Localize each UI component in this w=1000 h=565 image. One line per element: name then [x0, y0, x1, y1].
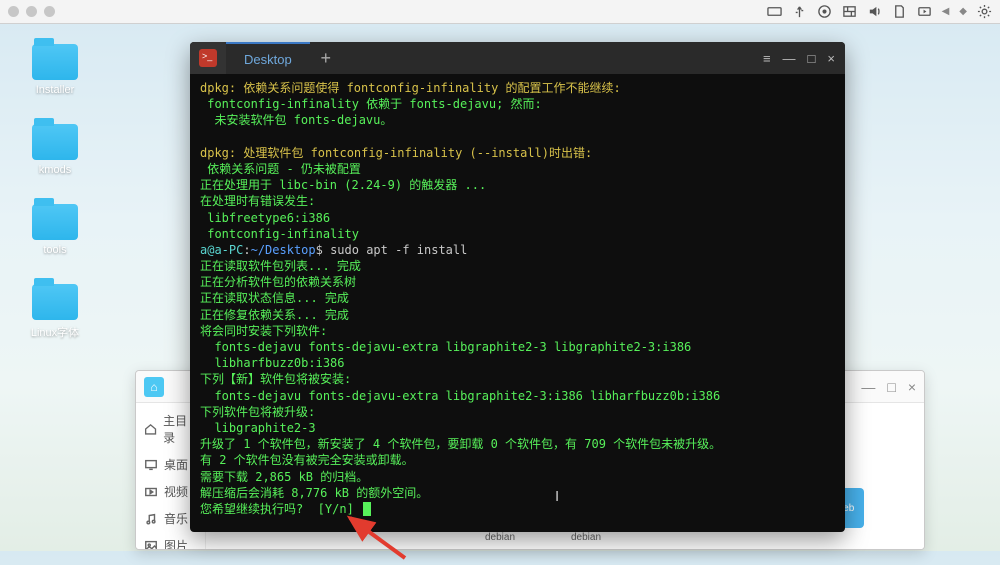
- traffic-light-max[interactable]: [44, 6, 55, 17]
- terminal-line: 正在处理用于 libc-bin (2.24-9) 的触发器 ...: [200, 177, 835, 193]
- folder-icon: [32, 284, 78, 320]
- keyboard-icon[interactable]: [767, 4, 782, 19]
- file-item-label: debian: [571, 532, 601, 543]
- terminal-line: 有 2 个软件包没有被完全安装或卸载。: [200, 452, 835, 468]
- desktop-folder-installer[interactable]: Installer: [20, 44, 90, 96]
- firewall-icon[interactable]: [842, 4, 857, 19]
- terminal-window-controls: ≡ — □ ×: [763, 42, 845, 74]
- terminal-line: fonts-dejavu fonts-dejavu-extra libgraph…: [200, 339, 835, 355]
- system-top-bar: ◀ ◆: [0, 0, 1000, 24]
- terminal-line: 将会同时安装下列软件:: [200, 323, 835, 339]
- target-icon[interactable]: [817, 4, 832, 19]
- file-manager-app-icon: ⌂: [144, 377, 164, 397]
- terminal-output[interactable]: dpkg: 依赖关系问题使得 fontconfig-infinality 的配置…: [190, 74, 845, 532]
- terminal-line: [200, 129, 835, 145]
- terminal-min-button[interactable]: —: [783, 51, 796, 66]
- window-traffic-lights: [8, 6, 55, 17]
- terminal-line: libgraphite2-3: [200, 420, 835, 436]
- terminal-line: fonts-dejavu fonts-dejavu-extra libgraph…: [200, 388, 835, 404]
- fm-close-button[interactable]: ×: [908, 379, 916, 395]
- back-arrow-icon[interactable]: ◀: [942, 6, 950, 17]
- terminal-line: 下列软件包将被升级:: [200, 404, 835, 420]
- terminal-line: libfreetype6:i386: [200, 210, 835, 226]
- terminal-tab-active[interactable]: Desktop: [226, 42, 310, 74]
- desktop-icon-label: kmods: [39, 164, 71, 176]
- terminal-line: 需要下载 2,865 kB 的归档。: [200, 469, 835, 485]
- desktop-folder-kmods[interactable]: kmods: [20, 124, 90, 176]
- usb-icon[interactable]: [792, 4, 807, 19]
- terminal-confirm-line[interactable]: 您希望继续执行吗? [Y/n]: [200, 501, 835, 517]
- terminal-window[interactable]: Desktop + ≡ — □ × dpkg: 依赖关系问题使得 fontcon…: [190, 42, 845, 532]
- file-item-label: debian: [485, 532, 515, 543]
- desktop-icons: Installer kmods tools Linux字体: [20, 44, 90, 340]
- terminal-line: 升级了 1 个软件包，新安装了 4 个软件包，要卸载 0 个软件包，有 709 …: [200, 436, 835, 452]
- folder-icon: [32, 124, 78, 160]
- desktop-folder-linux-fonts[interactable]: Linux字体: [20, 284, 90, 340]
- terminal-tab-bar: Desktop + ≡ — □ ×: [190, 42, 845, 74]
- sidebar-item-label: 图片: [164, 537, 188, 550]
- terminal-line: 正在读取状态信息... 完成: [200, 290, 835, 306]
- sidebar-item-label: 桌面: [164, 456, 188, 473]
- file-manager-window-controls: — □ ×: [861, 379, 916, 395]
- terminal-max-button[interactable]: □: [808, 51, 816, 66]
- terminal-line: 在处理时有错误发生:: [200, 193, 835, 209]
- system-tray: ◀ ◆: [767, 4, 992, 19]
- desktop-icon-label: Linux字体: [31, 324, 79, 340]
- sidebar-item-label: 音乐: [164, 510, 188, 527]
- sidebar-item-label: 视频: [164, 483, 188, 500]
- settings-gear-icon[interactable]: [977, 4, 992, 19]
- terminal-line: 依赖关系问题 - 仍未被配置: [200, 161, 835, 177]
- terminal-line: 下列【新】软件包将被安装:: [200, 371, 835, 387]
- dot-icon: ◆: [959, 6, 967, 17]
- terminal-app-icon: [190, 42, 226, 74]
- desktop-icon-label: tools: [43, 244, 66, 256]
- terminal-line: 正在分析软件包的依赖关系树: [200, 274, 835, 290]
- terminal-line: fontconfig-infinality: [200, 226, 835, 242]
- terminal-line: 正在读取软件包列表... 完成: [200, 258, 835, 274]
- media-icon[interactable]: [917, 4, 932, 19]
- folder-icon: [32, 44, 78, 80]
- sidebar-item-pictures[interactable]: 图片: [136, 532, 205, 550]
- terminal-cursor: [363, 502, 371, 516]
- terminal-line: dpkg: 依赖关系问题使得 fontconfig-infinality 的配置…: [200, 80, 835, 96]
- terminal-line: 正在修复依赖关系... 完成: [200, 307, 835, 323]
- folder-icon: [32, 204, 78, 240]
- traffic-light-close[interactable]: [8, 6, 19, 17]
- terminal-prompt-line: a@a-PC:~/Desktop$ sudo apt -f install: [200, 242, 835, 258]
- terminal-line: 未安装软件包 fonts-dejavu。: [200, 112, 835, 128]
- terminal-line: fontconfig-infinality 依赖于 fonts-dejavu; …: [200, 96, 835, 112]
- terminal-close-button[interactable]: ×: [827, 51, 835, 66]
- desktop-folder-tools[interactable]: tools: [20, 204, 90, 256]
- terminal-line: 解压缩后会消耗 8,776 kB 的额外空间。: [200, 485, 835, 501]
- fm-max-button[interactable]: □: [887, 379, 895, 395]
- desktop-icon-label: Installer: [36, 84, 75, 96]
- terminal-menu-button[interactable]: ≡: [763, 51, 771, 66]
- terminal-line: dpkg: 处理软件包 fontconfig-infinality (--ins…: [200, 145, 835, 161]
- terminal-line: libharfbuzz0b:i386: [200, 355, 835, 371]
- volume-icon[interactable]: [867, 4, 882, 19]
- terminal-new-tab-button[interactable]: +: [310, 42, 342, 74]
- fm-min-button[interactable]: —: [861, 379, 875, 395]
- file-icon[interactable]: [892, 4, 907, 19]
- traffic-light-min[interactable]: [26, 6, 37, 17]
